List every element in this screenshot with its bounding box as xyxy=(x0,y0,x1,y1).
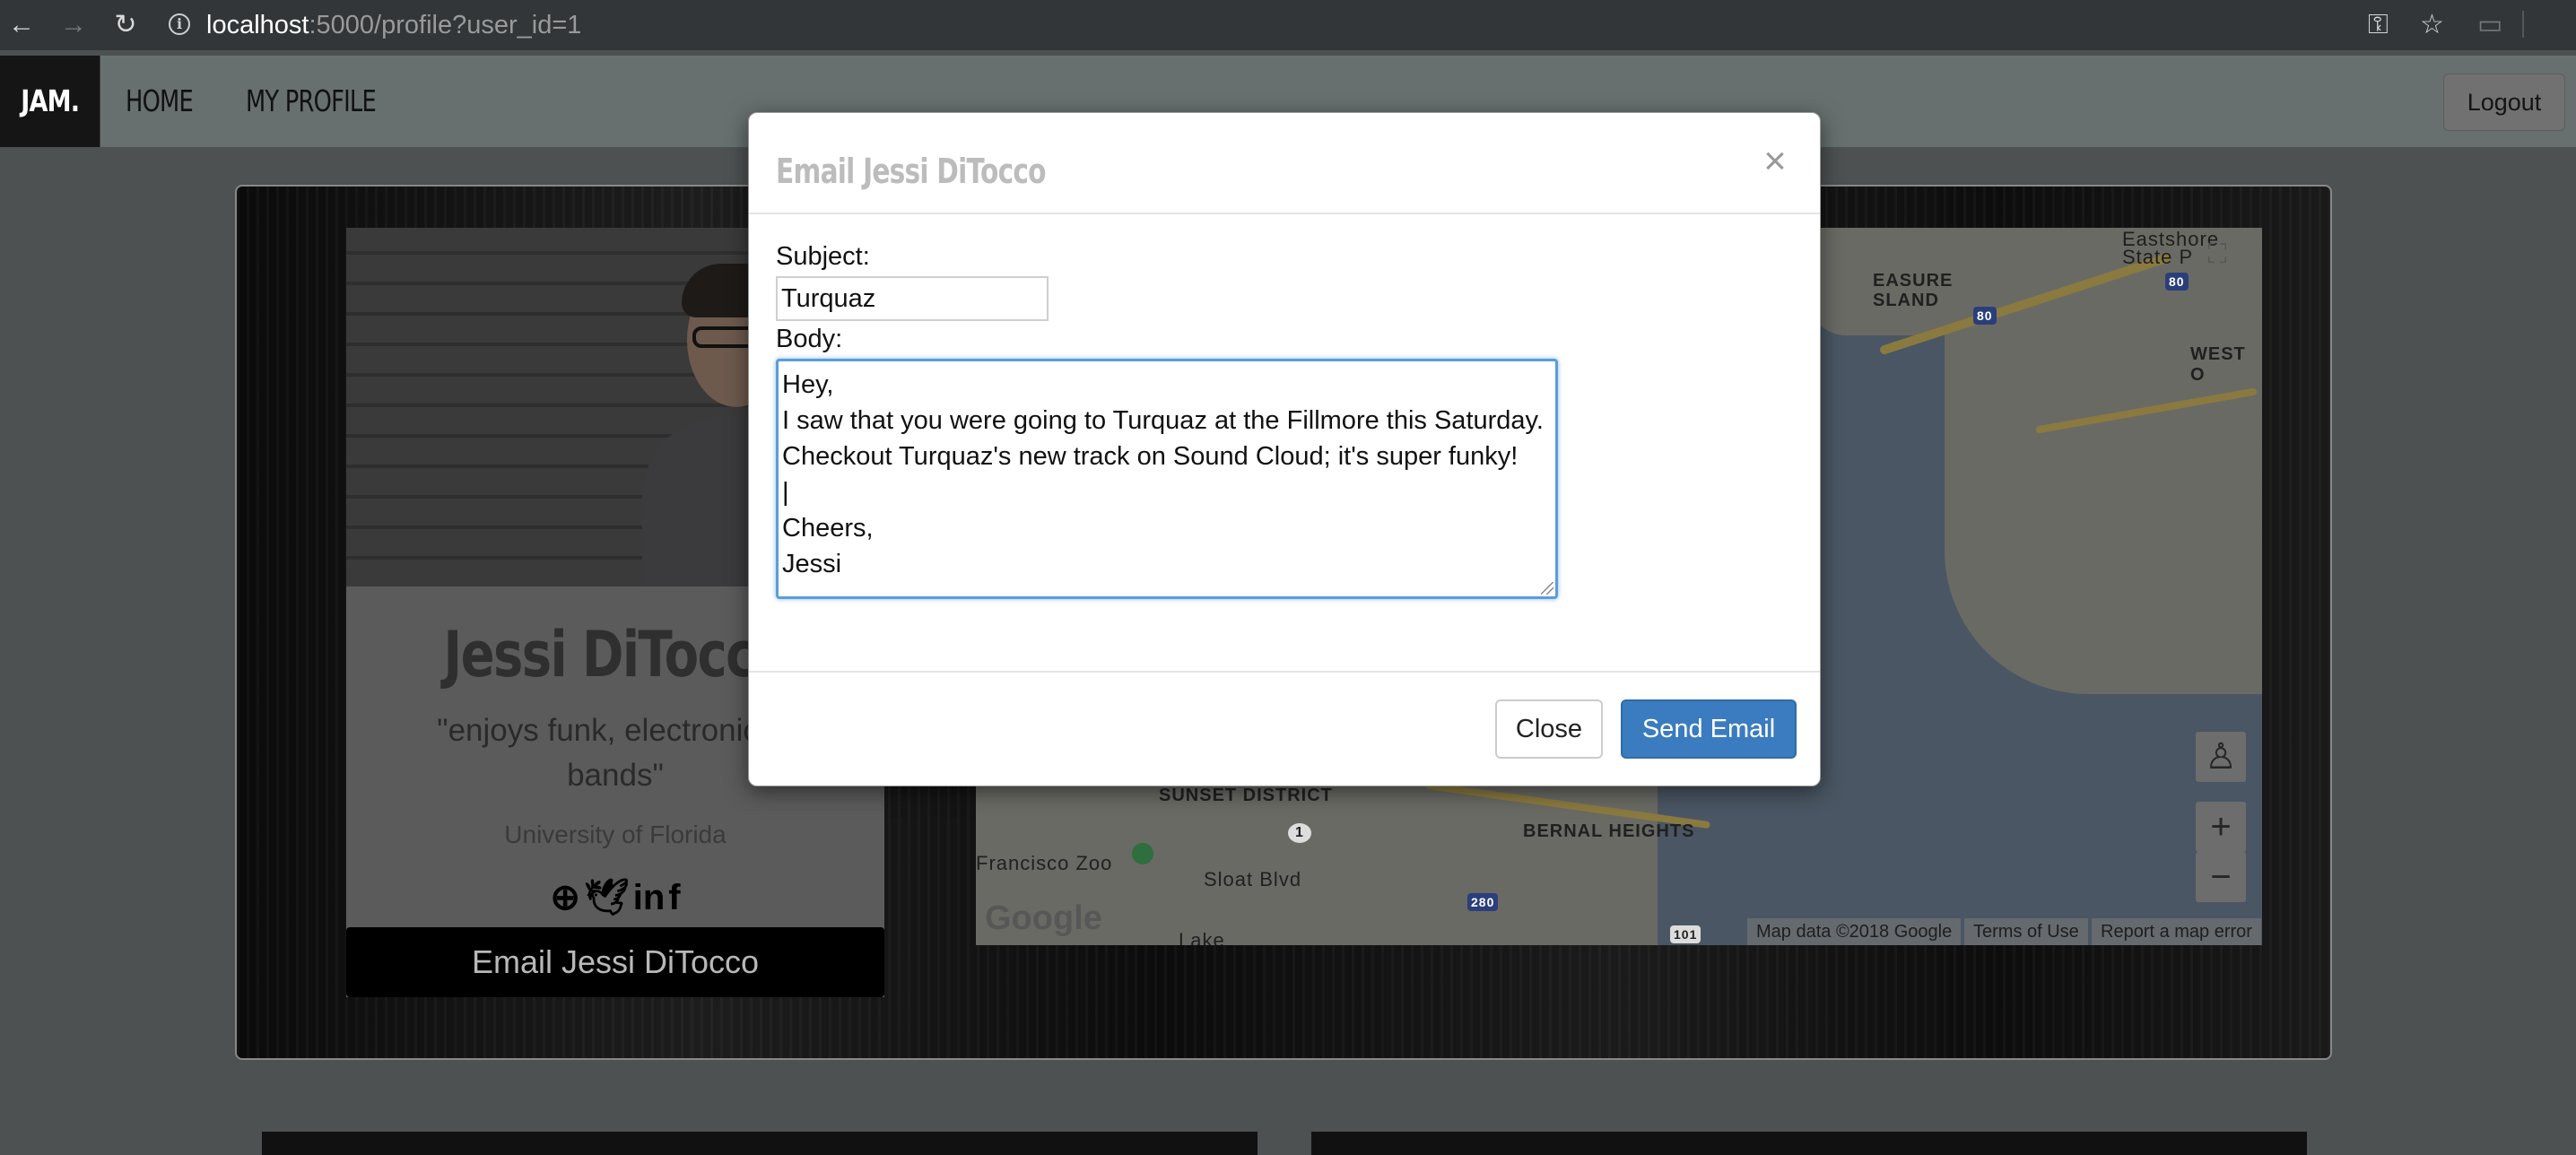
text-cursor: | xyxy=(782,478,789,507)
close-button[interactable]: Close xyxy=(1495,699,1603,759)
modal-header-divider xyxy=(749,213,1820,214)
modal-title: Email Jessi DiTocco xyxy=(776,152,1047,191)
send-email-button[interactable]: Send Email xyxy=(1621,699,1797,759)
key-icon[interactable]: ⚿ xyxy=(2368,9,2389,41)
browser-toolbar: ← → ↻ i localhost:5000/profile?user_id=1… xyxy=(0,0,2576,50)
modal-footer-divider xyxy=(749,671,1820,673)
address-bar[interactable]: localhost:5000/profile?user_id=1 xyxy=(206,11,581,39)
body-line: Hey, xyxy=(782,370,834,399)
body-line: Cheers, xyxy=(782,514,874,543)
url-host: localhost xyxy=(206,11,309,39)
subject-input[interactable] xyxy=(776,276,1049,321)
reload-icon[interactable]: ↻ xyxy=(109,9,142,41)
body-line: Jessi xyxy=(782,550,842,578)
cast-icon[interactable]: ▭ xyxy=(2477,9,2502,41)
body-line: I saw that you were going to Turquaz at … xyxy=(782,406,1544,435)
subject-label: Subject: xyxy=(776,242,870,271)
toolbar-divider xyxy=(2522,11,2524,38)
email-modal: Email Jessi DiTocco × Subject: Body: Hey… xyxy=(748,112,1821,786)
forward-arrow-icon[interactable]: → xyxy=(57,9,90,41)
back-arrow-icon[interactable]: ← xyxy=(5,9,38,41)
info-icon[interactable]: i xyxy=(169,13,190,35)
body-label: Body: xyxy=(776,325,843,353)
star-icon[interactable]: ☆ xyxy=(2420,9,2444,41)
body-textarea[interactable]: Hey, I saw that you were going to Turqua… xyxy=(776,359,1558,599)
body-line: Checkout Turquaz's new track on Sound Cl… xyxy=(782,442,1519,471)
close-icon[interactable]: × xyxy=(1755,135,1795,188)
url-path: :5000/profile?user_id=1 xyxy=(309,11,582,39)
resize-handle-icon[interactable] xyxy=(1541,582,1553,595)
